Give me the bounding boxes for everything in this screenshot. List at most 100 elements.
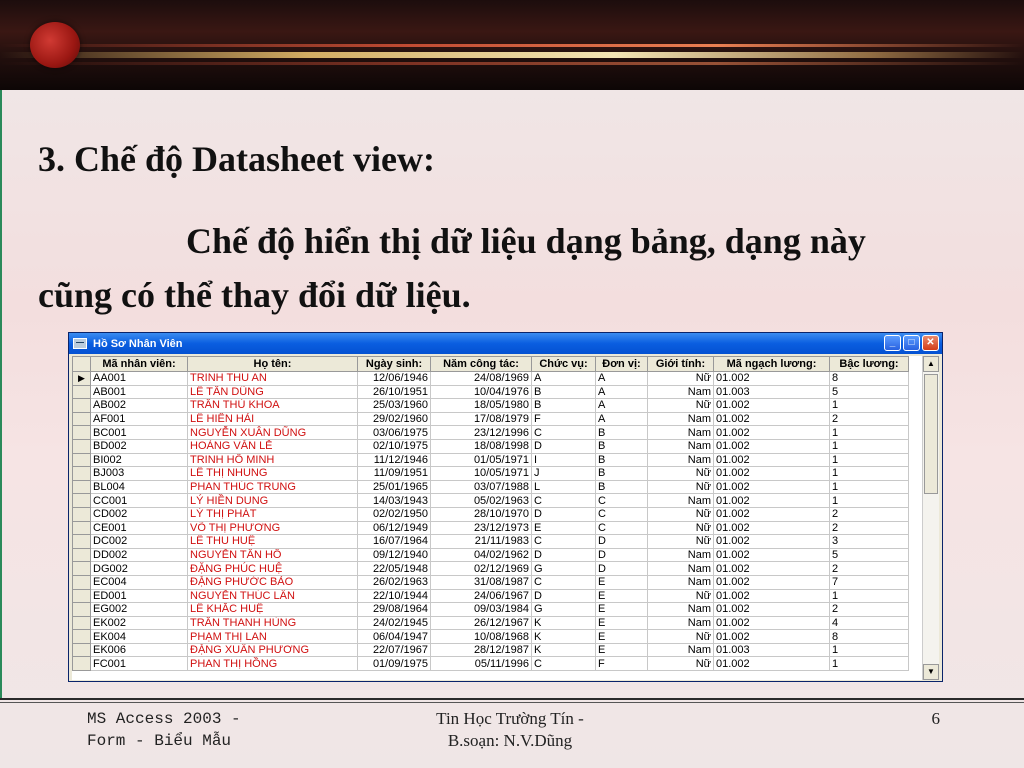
table-cell[interactable]: LÊ HIỀN HẢI bbox=[187, 411, 358, 427]
table-cell[interactable]: 03/07/1988 bbox=[430, 479, 532, 495]
table-cell[interactable]: C bbox=[531, 574, 596, 590]
table-cell[interactable]: HOÀNG VĂN LỄ bbox=[187, 438, 358, 454]
row-selector[interactable]: ▶ bbox=[72, 371, 91, 386]
table-cell[interactable]: 01.002 bbox=[713, 615, 830, 631]
table-cell[interactable]: 25/03/1960 bbox=[357, 398, 431, 413]
row-selector[interactable] bbox=[72, 425, 91, 440]
table-cell[interactable]: 02/10/1975 bbox=[357, 438, 431, 454]
table-cell[interactable]: PHẠM THỊ LAN bbox=[187, 629, 358, 644]
table-cell[interactable]: TRINH THU AN bbox=[187, 371, 358, 386]
table-cell[interactable]: NGUYỄN THÚC LÂN bbox=[187, 588, 358, 604]
table-cell[interactable]: B bbox=[595, 479, 648, 495]
table-cell[interactable]: E bbox=[595, 642, 648, 658]
table-cell[interactable]: D bbox=[531, 547, 596, 563]
table-row[interactable]: BL004 PHAN THÚC TRUNG 25/01/1965 03/07/1988… bbox=[72, 479, 909, 495]
column-header[interactable]: Năm công tác: bbox=[430, 356, 532, 372]
table-cell[interactable]: E bbox=[595, 588, 648, 604]
table-cell[interactable]: J bbox=[531, 466, 596, 481]
table-cell[interactable]: AA001 bbox=[90, 371, 188, 386]
table-cell[interactable]: Nữ bbox=[647, 371, 714, 386]
row-selector[interactable] bbox=[72, 629, 91, 644]
table-cell[interactable]: FC001 bbox=[90, 656, 188, 672]
row-selector[interactable] bbox=[72, 466, 91, 481]
table-row[interactable]: AF001 LÊ HIỀN HẢI 29/02/1960 17/08/1979 F A Na… bbox=[72, 411, 909, 427]
table-cell[interactable]: 23/12/1996 bbox=[430, 425, 532, 440]
table-cell[interactable]: Nam bbox=[647, 384, 714, 400]
table-cell[interactable]: I bbox=[531, 452, 596, 468]
row-selector[interactable] bbox=[72, 602, 91, 617]
table-cell[interactable]: Nữ bbox=[647, 588, 714, 604]
table-cell[interactable]: 1 bbox=[829, 493, 909, 508]
table-cell[interactable]: 10/04/1976 bbox=[430, 384, 532, 400]
table-cell[interactable]: L bbox=[531, 479, 596, 495]
table-cell[interactable]: C bbox=[531, 534, 596, 549]
table-cell[interactable]: Nam bbox=[647, 425, 714, 440]
table-cell[interactable]: DD002 bbox=[90, 547, 188, 563]
table-cell[interactable]: 01.002 bbox=[713, 506, 830, 522]
table-cell[interactable]: 22/10/1944 bbox=[357, 588, 431, 604]
table-cell[interactable]: 04/02/1962 bbox=[430, 547, 532, 563]
row-selector[interactable] bbox=[72, 588, 91, 604]
table-cell[interactable]: 01.002 bbox=[713, 534, 830, 549]
table-cell[interactable]: 1 bbox=[829, 438, 909, 454]
table-cell[interactable]: C bbox=[531, 493, 596, 508]
table-cell[interactable]: TRẦN THỦ KHOA bbox=[187, 398, 358, 413]
table-cell[interactable]: 29/08/1964 bbox=[357, 602, 431, 617]
table-cell[interactable]: Nữ bbox=[647, 506, 714, 522]
table-cell[interactable]: AB002 bbox=[90, 398, 188, 413]
close-button[interactable]: ✕ bbox=[922, 335, 939, 351]
scroll-down-icon[interactable]: ▼ bbox=[923, 664, 939, 680]
table-cell[interactable]: A bbox=[595, 398, 648, 413]
table-cell[interactable]: BC001 bbox=[90, 425, 188, 440]
table-cell[interactable]: 12/06/1946 bbox=[357, 371, 431, 386]
column-header[interactable]: Giới tính: bbox=[647, 356, 714, 372]
table-row[interactable]: AB001 LÊ TẤN DŨNG 26/10/1951 10/04/1976 B A Na… bbox=[72, 384, 909, 400]
table-cell[interactable]: PHAN THỊ HỒNG bbox=[187, 656, 358, 672]
table-cell[interactable]: 23/12/1973 bbox=[430, 520, 532, 536]
table-cell[interactable]: 1 bbox=[829, 588, 909, 604]
table-cell[interactable]: 2 bbox=[829, 520, 909, 536]
table-cell[interactable]: 02/02/1950 bbox=[357, 506, 431, 522]
table-cell[interactable]: 06/12/1949 bbox=[357, 520, 431, 536]
table-cell[interactable]: 01.002 bbox=[713, 398, 830, 413]
table-cell[interactable]: 01.002 bbox=[713, 574, 830, 590]
table-cell[interactable]: LÝ HIỀN DUNG bbox=[187, 493, 358, 508]
table-cell[interactable]: A bbox=[531, 371, 596, 386]
table-cell[interactable]: D bbox=[595, 547, 648, 563]
table-cell[interactable]: 01.002 bbox=[713, 602, 830, 617]
table-cell[interactable]: 8 bbox=[829, 371, 909, 386]
table-cell[interactable]: 01.002 bbox=[713, 588, 830, 604]
table-cell[interactable]: 01.002 bbox=[713, 411, 830, 427]
table-cell[interactable]: B bbox=[531, 398, 596, 413]
table-cell[interactable]: K bbox=[531, 615, 596, 631]
table-cell[interactable]: 16/07/1964 bbox=[357, 534, 431, 549]
table-cell[interactable]: LÊ KHẮC HUỆ bbox=[187, 602, 358, 617]
table-cell[interactable]: 2 bbox=[829, 506, 909, 522]
table-cell[interactable]: 01/05/1971 bbox=[430, 452, 532, 468]
table-cell[interactable]: A bbox=[595, 384, 648, 400]
table-cell[interactable]: B bbox=[595, 438, 648, 454]
maximize-button[interactable]: □ bbox=[903, 335, 920, 351]
table-row[interactable]: AB002 TRẦN THỦ KHOA 25/03/1960 18/05/1980 B A… bbox=[72, 398, 909, 413]
table-cell[interactable]: C bbox=[595, 520, 648, 536]
table-cell[interactable]: 26/02/1963 bbox=[357, 574, 431, 590]
table-cell[interactable]: DG002 bbox=[90, 561, 188, 576]
table-row[interactable]: CD002 LÝ THỊ PHÁT 02/02/1950 28/10/1970 D C Nữ… bbox=[72, 506, 909, 522]
table-cell[interactable]: PHAN THÚC TRUNG bbox=[187, 479, 358, 495]
table-cell[interactable]: ĐẶNG PHƯỚC BẢO bbox=[187, 574, 358, 590]
table-cell[interactable]: 06/04/1947 bbox=[357, 629, 431, 644]
vertical-scrollbar[interactable]: ▲ ▼ bbox=[922, 356, 939, 680]
table-cell[interactable]: F bbox=[531, 411, 596, 427]
table-cell[interactable]: D bbox=[531, 588, 596, 604]
table-cell[interactable]: 01.002 bbox=[713, 371, 830, 386]
row-selector[interactable] bbox=[72, 398, 91, 413]
table-cell[interactable]: TRẦN THANH HÙNG bbox=[187, 615, 358, 631]
table-cell[interactable]: 24/06/1967 bbox=[430, 588, 532, 604]
table-cell[interactable]: G bbox=[531, 561, 596, 576]
column-header[interactable]: Bậc lương: bbox=[829, 356, 909, 372]
table-cell[interactable]: BI002 bbox=[90, 452, 188, 468]
table-row[interactable]: CC001 LÝ HIỀN DUNG 14/03/1943 05/02/1963 C C N… bbox=[72, 493, 909, 508]
column-header[interactable]: Mã ngạch lương: bbox=[713, 356, 830, 372]
table-cell[interactable]: C bbox=[595, 493, 648, 508]
table-cell[interactable]: 11/09/1951 bbox=[357, 466, 431, 481]
